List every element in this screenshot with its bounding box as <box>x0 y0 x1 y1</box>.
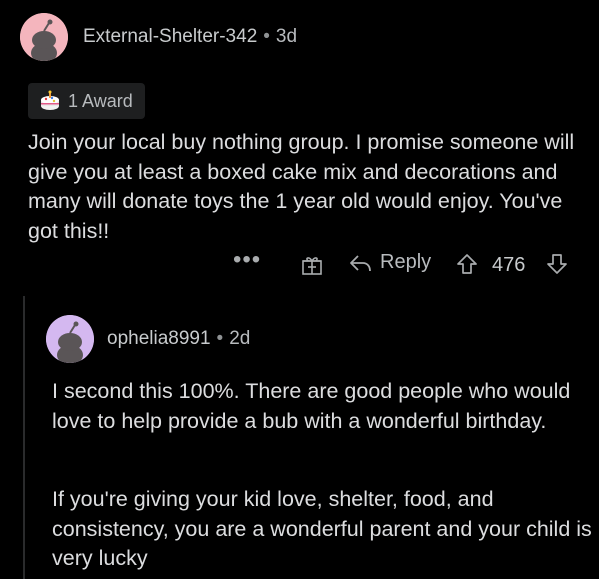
comment-body-paragraph: I second this 100%. There are good peopl… <box>52 379 571 433</box>
user-avatar[interactable] <box>20 13 68 61</box>
award-count-label: 1 Award <box>68 90 133 111</box>
reply-button[interactable]: Reply <box>349 251 431 274</box>
award-badge[interactable]: 1 Award <box>28 83 145 119</box>
comment-body: Join your local buy nothing group. I pro… <box>28 130 575 243</box>
gift-award-icon[interactable] <box>300 253 324 277</box>
snoo-avatar-icon <box>20 13 68 61</box>
meta-separator: • <box>263 26 270 47</box>
thread-collapse-line[interactable] <box>23 296 25 579</box>
user-avatar[interactable] <box>46 315 94 363</box>
reply-label: Reply <box>380 251 432 273</box>
downvote-arrow-icon[interactable] <box>545 252 569 276</box>
comment-body-paragraph: If you're giving your kid love, shelter,… <box>52 487 592 570</box>
meta-separator: • <box>216 328 224 349</box>
comment-age: 2d <box>229 328 251 349</box>
more-options-button[interactable]: ••• <box>233 248 261 272</box>
vote-score: 476 <box>492 254 526 276</box>
username-link[interactable]: ophelia8991 <box>107 328 211 349</box>
cake-award-icon <box>41 90 59 110</box>
upvote-arrow-icon[interactable] <box>455 252 479 276</box>
reply-arrow-icon <box>350 254 371 271</box>
comment-age: 3d <box>275 26 298 47</box>
username-link[interactable]: External-Shelter-342 <box>83 26 257 47</box>
snoo-avatar-icon <box>46 315 94 363</box>
comment-meta: External-Shelter-342 • 3d <box>83 26 297 48</box>
comment-meta: ophelia8991 • 2d <box>107 328 250 350</box>
